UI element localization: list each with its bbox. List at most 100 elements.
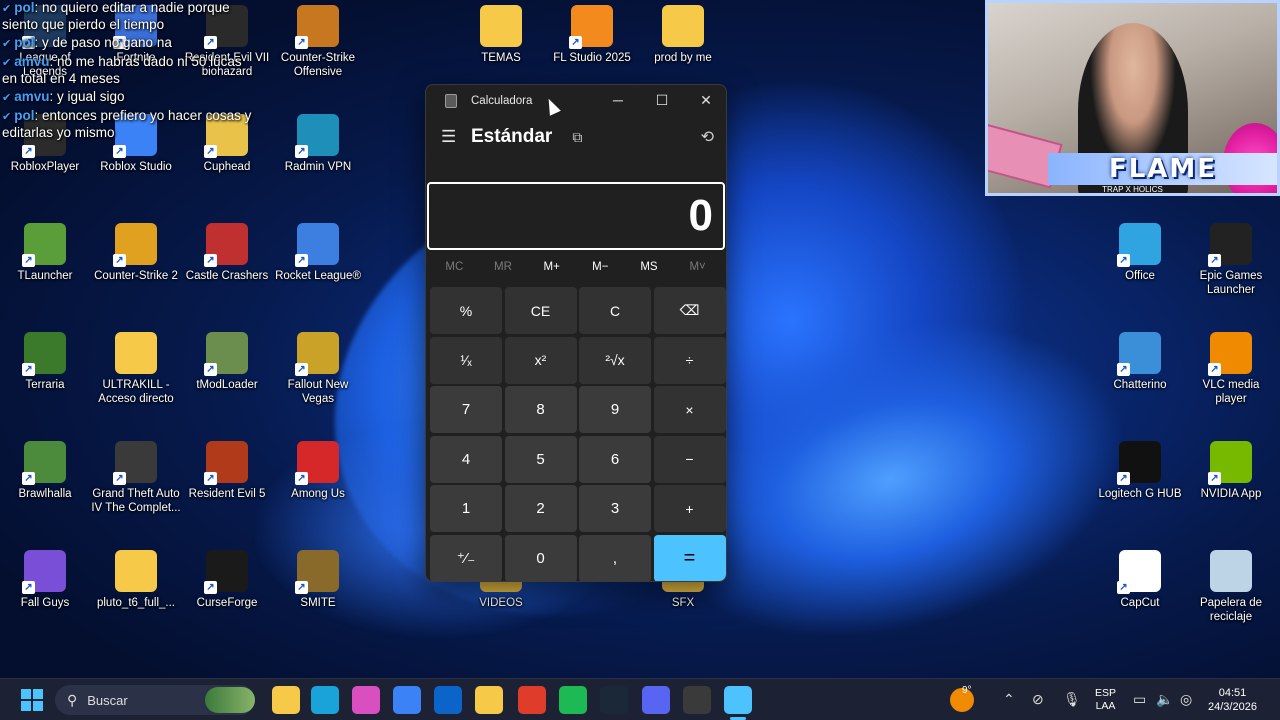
divide-button[interactable]: ÷ <box>653 336 726 384</box>
desktop-shortcut[interactable]: ↗ Castle Crashers <box>182 223 272 283</box>
language-indicator[interactable]: ESP LAA <box>1095 679 1116 720</box>
desktop-shortcut[interactable]: ↗ NVIDIA App <box>1186 441 1276 501</box>
maximize-button[interactable]: ☐ <box>640 85 684 115</box>
shortcut-arrow-icon: ↗ <box>295 363 308 376</box>
add-button[interactable]: + <box>653 485 726 532</box>
desktop-shortcut[interactable]: Papelera de reciclaje <box>1186 550 1276 624</box>
discord-icon[interactable] <box>642 686 670 714</box>
percent-button[interactable]: % <box>430 287 502 334</box>
memory-button[interactable]: MC <box>432 261 476 273</box>
digit-7-button[interactable]: 7 <box>430 386 502 433</box>
outlook-icon[interactable] <box>434 686 462 714</box>
desktop-shortcut[interactable]: ↗ Among Us <box>273 441 363 501</box>
desktop-shortcut[interactable]: ↗ SMITE <box>273 550 363 610</box>
clear-entry-button[interactable]: CE <box>504 287 577 334</box>
calculator-icon[interactable] <box>724 686 752 714</box>
desktop-shortcut[interactable]: ↗ Counter-Strike Offensive <box>273 5 363 79</box>
clock-time: 04:51 <box>1218 687 1247 699</box>
digit-1-button[interactable]: 1 <box>430 485 502 532</box>
shortcut-arrow-icon: ↗ <box>204 472 217 485</box>
close-button[interactable]: ✕ <box>684 85 726 115</box>
chrome-icon[interactable] <box>518 686 546 714</box>
desktop-shortcut[interactable]: ↗ FL Studio 2025 <box>547 5 637 65</box>
equals-button[interactable]: = <box>653 534 726 581</box>
display-icon[interactable]: ▭ <box>1133 691 1146 708</box>
digit-4-button[interactable]: 4 <box>430 435 502 483</box>
desktop-shortcut[interactable]: ↗ Rocket League® <box>273 223 363 283</box>
square-root-button[interactable]: ²√x <box>579 336 651 384</box>
reciprocal-button[interactable]: ¹⁄ₓ <box>430 336 502 384</box>
desktop-shortcut[interactable]: ↗ Radmin VPN <box>273 114 363 174</box>
digit-8-button[interactable]: 8 <box>504 386 577 433</box>
notification-icon[interactable]: ◎ <box>1180 691 1192 708</box>
obs-icon[interactable] <box>683 686 711 714</box>
shortcut-label: Fallout New Vegas <box>287 379 349 405</box>
desktop-shortcut[interactable]: ↗ TLauncher <box>0 223 90 283</box>
taskbar-search[interactable]: ⚲ Buscar <box>55 685 255 715</box>
digit-2-button[interactable]: 2 <box>504 485 577 532</box>
desktop-shortcut[interactable]: ↗ Grand Theft Auto IV The Complet... <box>91 441 181 515</box>
multiply-button[interactable]: × <box>653 386 726 433</box>
subtract-button[interactable]: − <box>653 435 726 483</box>
castle-crashers-icon: ↗ <box>204 223 248 267</box>
minimize-button[interactable]: ─ <box>596 85 640 115</box>
capcut-icon: ↗ <box>1117 550 1161 594</box>
digit-9-button[interactable]: 9 <box>579 386 651 433</box>
desktop-shortcut[interactable]: ↗ Resident Evil 5 <box>182 441 272 501</box>
file-explorer-icon[interactable] <box>475 686 503 714</box>
shortcut-arrow-icon: ↗ <box>22 581 35 594</box>
memory-button[interactable]: MR <box>481 261 525 273</box>
memory-button[interactable]: MS <box>627 261 671 273</box>
digit-3-button[interactable]: 3 <box>579 485 651 532</box>
desktop-shortcut[interactable]: ↗ CapCut <box>1095 550 1185 610</box>
spotify-icon[interactable] <box>559 686 587 714</box>
chevron-up-icon[interactable]: ⌃ <box>1003 691 1015 708</box>
desktop-shortcut[interactable]: pluto_t6_full_... <box>91 550 181 610</box>
shortcut-label: CapCut <box>1120 597 1160 609</box>
memory-button[interactable]: M+ <box>530 261 574 273</box>
network-off-icon[interactable]: ⊘ <box>1032 691 1044 708</box>
keep-on-top-icon: ⧉ <box>572 128 583 145</box>
desktop-shortcut[interactable]: ↗ CurseForge <box>182 550 272 610</box>
shortcut-arrow-icon: ↗ <box>1117 254 1130 267</box>
shortcut-label: Brawlhalla <box>18 488 72 500</box>
backspace-button[interactable]: ⌫ <box>653 287 726 334</box>
decimal-button[interactable]: , <box>579 534 651 581</box>
desktop-shortcut[interactable]: ULTRAKILL - Acceso directo <box>91 332 181 406</box>
steam-icon[interactable] <box>600 686 628 714</box>
navigation-menu-button[interactable]: ☰ <box>441 127 456 147</box>
memory-button[interactable]: M˅ <box>676 261 720 273</box>
negate-button[interactable]: ⁺⁄₋ <box>430 534 502 581</box>
desktop-shortcut[interactable]: ↗ Logitech G HUB <box>1095 441 1185 501</box>
desktop-shortcut[interactable]: ↗ Office <box>1095 223 1185 283</box>
desktop-shortcut[interactable]: TEMAS <box>456 5 546 65</box>
shortcut-arrow-icon: ↗ <box>113 472 126 485</box>
desktop-shortcut[interactable]: ↗ Counter-Strike 2 <box>91 223 181 283</box>
microphone-icon[interactable]: 🎙 <box>1063 691 1081 708</box>
desktop-shortcut[interactable]: ↗ Brawlhalla <box>0 441 90 501</box>
digit-5-button[interactable]: 5 <box>504 435 577 483</box>
desktop-shortcut[interactable]: ↗ VLC media player <box>1186 332 1276 406</box>
desktop-shortcut[interactable]: ↗ Fall Guys <box>0 550 90 610</box>
digit-0-button[interactable]: 0 <box>504 534 577 581</box>
volume-icon[interactable]: 🔈 <box>1156 691 1173 708</box>
history-button[interactable]: ⟲ <box>701 127 714 147</box>
edge-icon[interactable] <box>311 686 339 714</box>
desktop-shortcut[interactable]: ↗ Chatterino <box>1095 332 1185 392</box>
desktop-shortcut[interactable]: ↗ Epic Games Launcher <box>1186 223 1276 297</box>
square-button[interactable]: x² <box>504 336 577 384</box>
desktop-shortcut[interactable]: ↗ Terraria <box>0 332 90 392</box>
desktop-shortcut[interactable]: ↗ Fallout New Vegas <box>273 332 363 406</box>
title-bar[interactable]: Calculadora ─ ☐ ✕ <box>426 85 726 117</box>
start-button[interactable] <box>18 686 46 714</box>
desktop-shortcut[interactable]: ↗ tModLoader <box>182 332 272 392</box>
clear-button[interactable]: C <box>579 287 651 334</box>
clock[interactable]: 04:51 24/3/2026 <box>1208 679 1257 720</box>
desktop-shortcut[interactable]: prod by me <box>638 5 728 65</box>
digit-6-button[interactable]: 6 <box>579 435 651 483</box>
keep-on-top-button[interactable]: ⧉ <box>572 129 582 146</box>
memory-button[interactable]: M− <box>578 261 622 273</box>
copilot-icon[interactable] <box>352 686 380 714</box>
file-explorer-folder-icon[interactable] <box>272 686 300 714</box>
store-icon[interactable] <box>393 686 421 714</box>
